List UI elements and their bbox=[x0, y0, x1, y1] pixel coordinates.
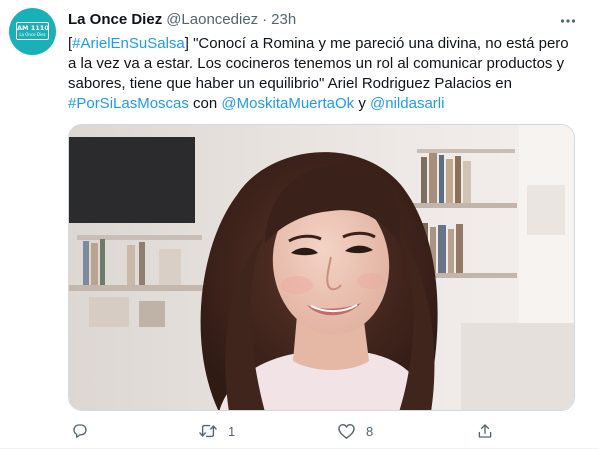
retweet-count: 1 bbox=[228, 423, 236, 439]
retweet-button[interactable]: 1 bbox=[198, 420, 235, 442]
tweet-text-line: a la vez va a estar. Los cocineros tenem… bbox=[68, 55, 565, 72]
hashtag-arielensusalsa[interactable]: #ArielEnSuSalsa bbox=[72, 35, 185, 52]
share-icon bbox=[478, 424, 492, 438]
like-count: 8 bbox=[366, 423, 374, 439]
tweet-text: [#ArielEnSuSalsa] "Conocí a Romina y me … bbox=[68, 34, 588, 114]
reply-button[interactable] bbox=[71, 420, 89, 442]
share-button[interactable] bbox=[476, 420, 494, 442]
more-options-button[interactable] bbox=[555, 8, 581, 34]
station-logo: AM 1110 La Once Diez bbox=[16, 22, 49, 40]
hashtag-porsilasmoscas[interactable]: #PorSiLasMoscas bbox=[68, 95, 189, 112]
tweet-text-line: sabores, tiene que haber un equilibrio" … bbox=[68, 75, 512, 92]
tweet-actions: 1 8 bbox=[68, 420, 575, 442]
logo-frequency: AM 1110 bbox=[17, 24, 49, 32]
mention-nildasarli[interactable]: @nildasarli bbox=[370, 95, 444, 112]
tweet-text-line: [#ArielEnSuSalsa] "Conocí a Romina y me … bbox=[68, 34, 588, 54]
mention-moskitamuertaok[interactable]: @MoskitaMuertaOk bbox=[221, 95, 354, 112]
tweet-timestamp[interactable]: 23h bbox=[271, 11, 296, 28]
heart-icon bbox=[338, 423, 355, 439]
tweet-header: La Once Diez @Laoncediez · 23h bbox=[68, 10, 296, 30]
tweet[interactable]: AM 1110 La Once Diez La Once Diez @Laonce… bbox=[0, 0, 599, 449]
quote-text: ] "Conocí a Romina y me pareció una divi… bbox=[184, 35, 569, 52]
author-name[interactable]: La Once Diez bbox=[68, 11, 162, 28]
comment-icon bbox=[73, 424, 87, 438]
like-button[interactable]: 8 bbox=[337, 420, 373, 442]
text-y: y bbox=[354, 95, 371, 112]
author-handle[interactable]: @Laoncediez bbox=[166, 11, 258, 28]
avatar[interactable]: AM 1110 La Once Diez bbox=[9, 8, 56, 55]
separator-dot: · bbox=[262, 11, 268, 28]
retweet-icon bbox=[199, 424, 217, 438]
photo-image bbox=[69, 125, 574, 410]
tweet-photo[interactable] bbox=[68, 124, 575, 411]
text-con: con bbox=[188, 95, 222, 112]
tweet-text-line: #PorSiLasMoscas con @MoskitaMuertaOk y @… bbox=[68, 94, 588, 114]
logo-station-name: La Once Diez bbox=[19, 32, 46, 37]
more-icon bbox=[560, 19, 576, 23]
